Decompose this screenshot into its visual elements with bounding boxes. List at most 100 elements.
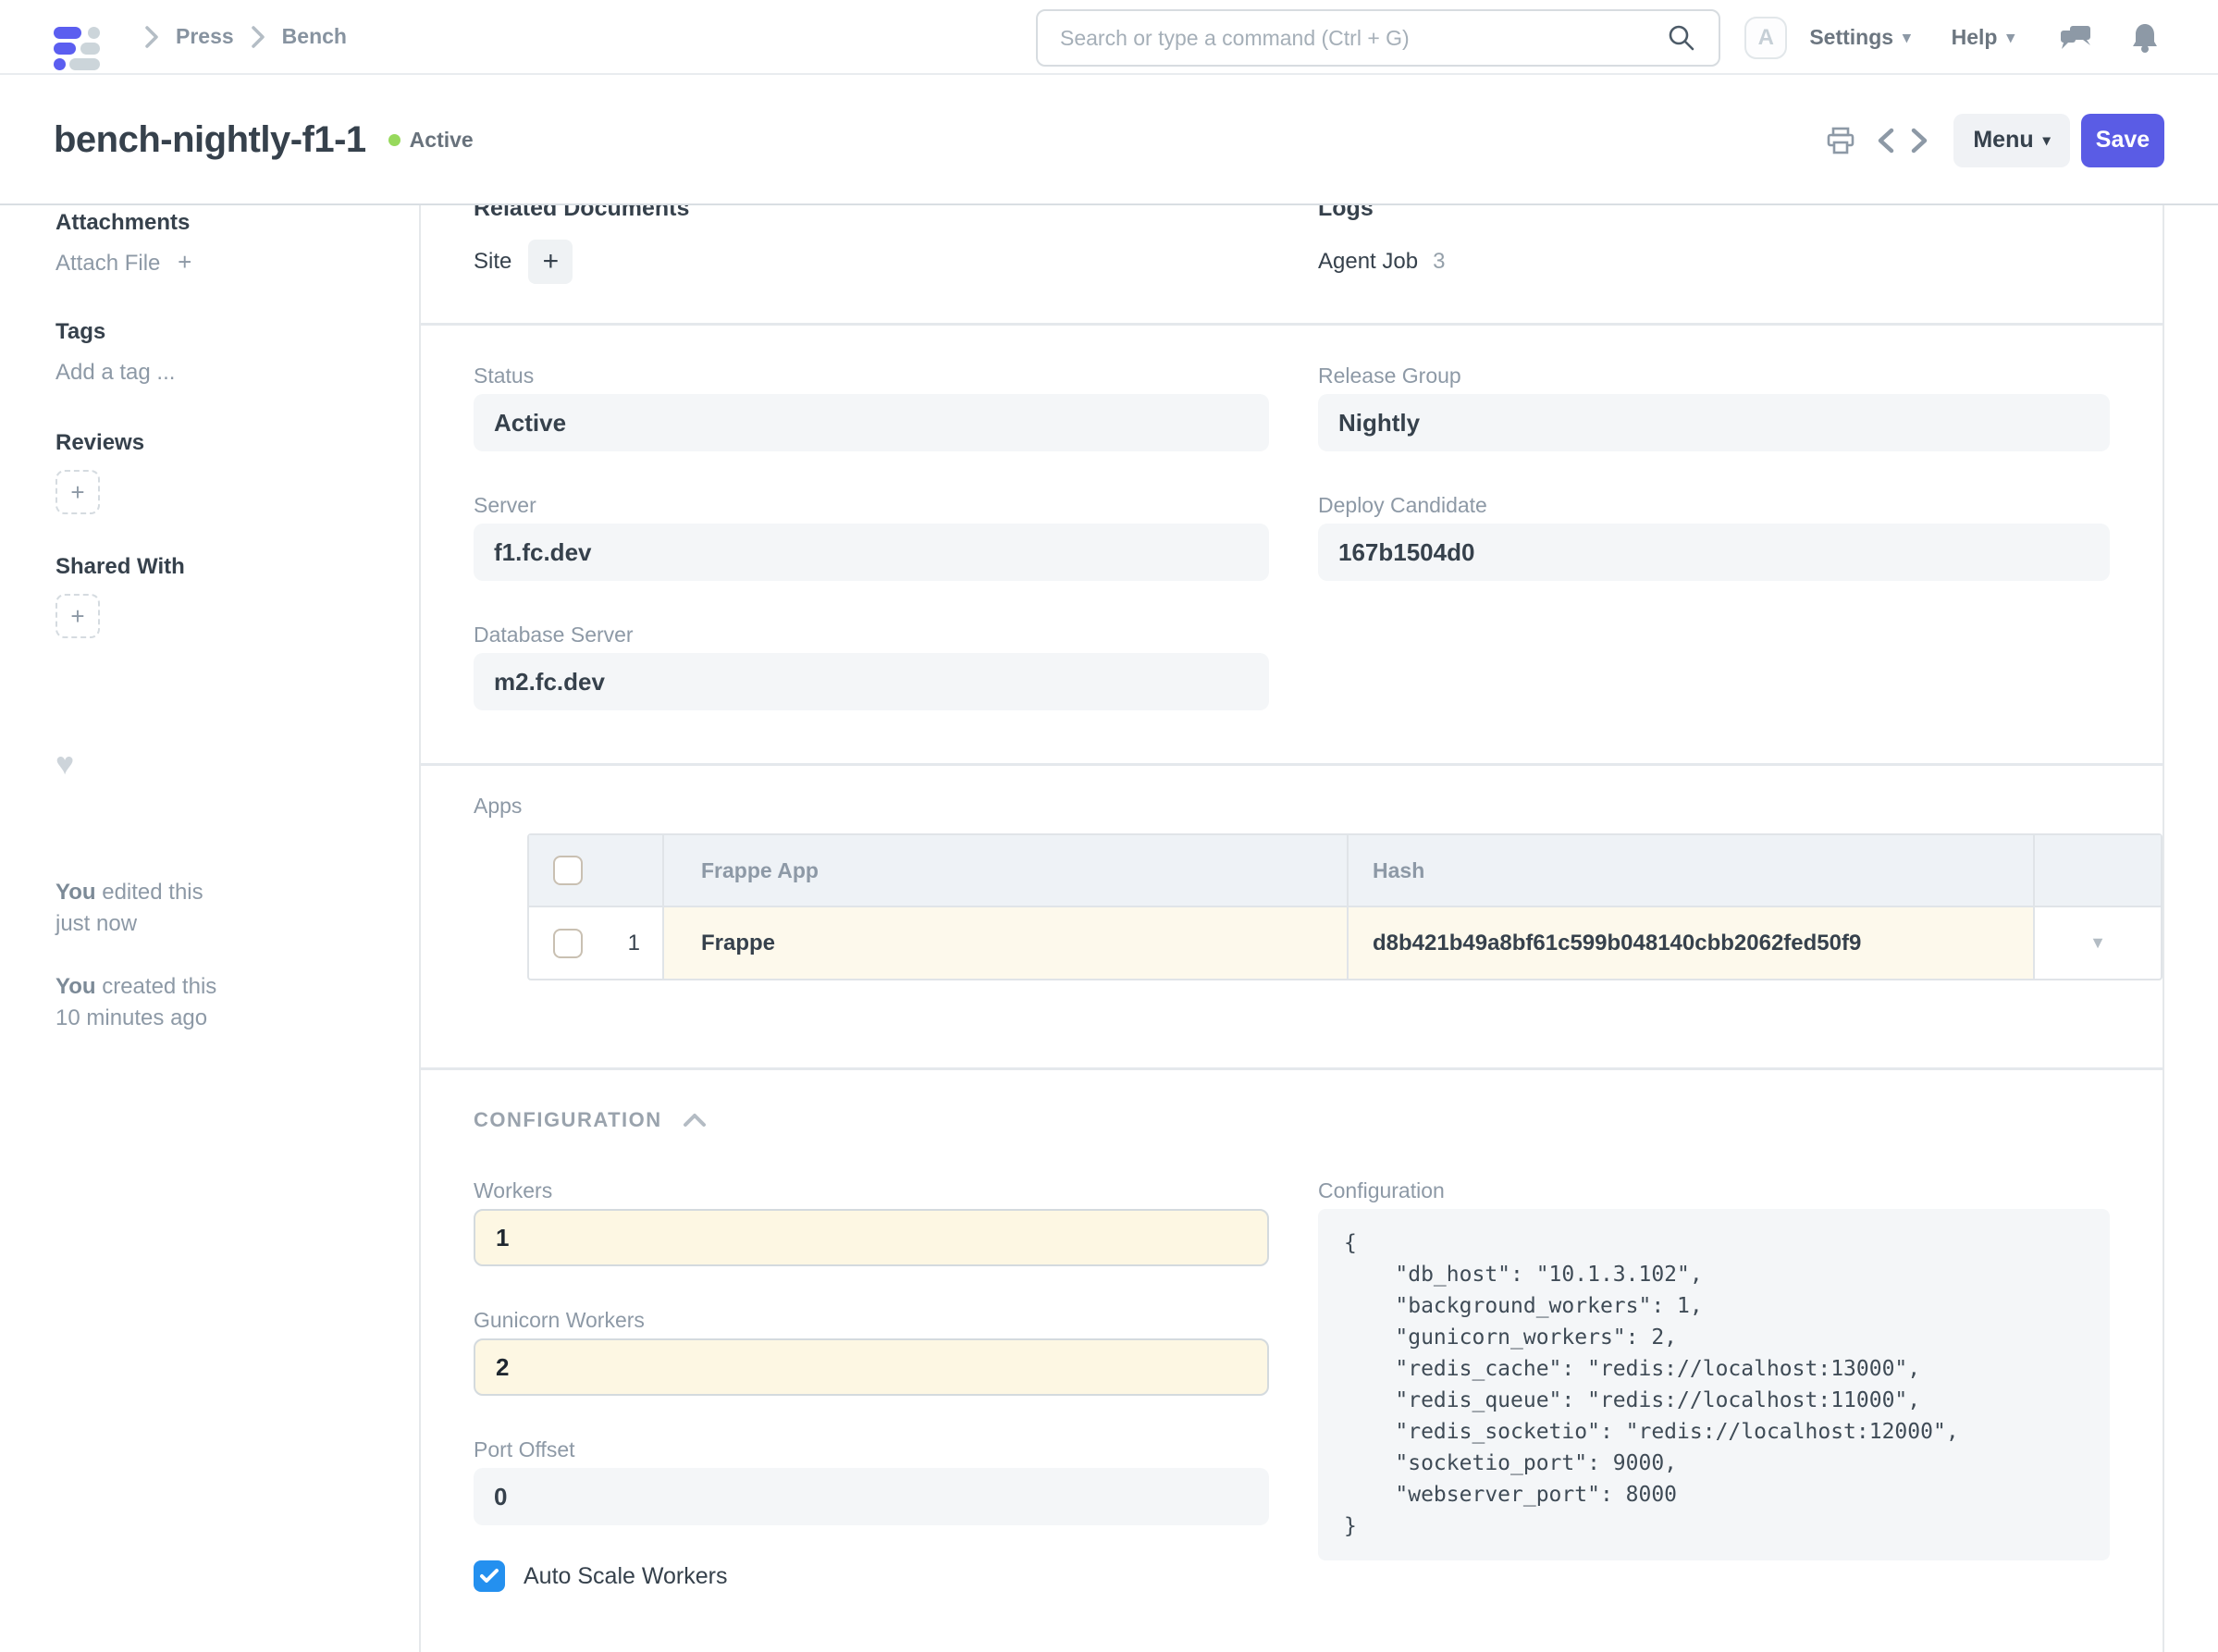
configuration-json-field: Configuration { "db_host": "10.1.3.102",… <box>1318 1177 2110 1560</box>
status-field: Status Active <box>474 363 1269 451</box>
hash-cell[interactable]: d8b421b49a8bf61c599b048140cbb2062fed50f9 <box>1373 931 1861 956</box>
plus-icon: + <box>70 478 84 507</box>
attach-file-label: Attach File <box>55 251 160 276</box>
prev-document-icon[interactable] <box>1876 127 1896 154</box>
release-group-value[interactable]: Nightly <box>1318 394 2110 451</box>
edited-actor: You <box>55 880 96 905</box>
gunicorn-workers-field: Gunicorn Workers 2 <box>474 1307 1269 1396</box>
agent-job-count: 3 <box>1433 249 1445 275</box>
select-all-checkbox[interactable] <box>553 856 583 885</box>
overview-section: Status Active Server f1.fc.dev Database … <box>421 326 2163 766</box>
site-link[interactable]: Site <box>474 249 511 275</box>
configuration-section-toggle[interactable]: CONFIGURATION <box>474 1107 2108 1133</box>
like-heart-icon[interactable]: ♥ <box>55 749 419 779</box>
plus-icon: + <box>70 602 84 631</box>
attachments-heading: Attachments <box>55 209 419 237</box>
menu-button[interactable]: Menu ▾ <box>1953 114 2070 167</box>
breadcrumb-bench[interactable]: Bench <box>282 24 347 49</box>
save-button-label: Save <box>2096 127 2150 154</box>
tags-heading: Tags <box>55 318 419 346</box>
next-document-icon[interactable] <box>1909 127 1929 154</box>
workers-input[interactable]: 1 <box>474 1209 1269 1266</box>
release-group-field: Release Group Nightly <box>1318 363 2110 451</box>
apps-section-label: Apps <box>474 794 2163 819</box>
chevron-down-icon: ▾ <box>1903 29 1911 47</box>
settings-label: Settings <box>1809 25 1893 50</box>
deploy-candidate-value[interactable]: 167b1504d0 <box>1318 524 2110 581</box>
menu-button-label: Menu <box>1973 127 2033 154</box>
save-button[interactable]: Save <box>2081 114 2164 167</box>
chevron-down-icon: ▾ <box>2006 29 2015 47</box>
search-input[interactable] <box>1060 26 1667 51</box>
page-head: bench-nightly-f1-1 Active Menu ▾ Save <box>0 77 2218 205</box>
chevron-right-icon <box>144 25 159 49</box>
edited-when: just now <box>55 911 137 936</box>
status-label: Status <box>474 363 1269 388</box>
server-value[interactable]: f1.fc.dev <box>474 524 1269 581</box>
form-body: Related Documents Site + Logs Agent Job … <box>421 205 2164 1652</box>
form-sidebar: Attachments Attach File + Tags Add a tag… <box>0 205 421 1652</box>
plus-icon: + <box>543 246 560 277</box>
workers-label: Workers <box>474 1177 1269 1203</box>
release-group-label: Release Group <box>1318 363 2110 388</box>
configuration-section-title: CONFIGURATION <box>474 1107 662 1133</box>
status-indicator-dot <box>388 134 400 146</box>
settings-menu[interactable]: Settings ▾ <box>1809 25 1910 50</box>
notifications-bell-icon[interactable] <box>2131 22 2159 54</box>
help-menu[interactable]: Help ▾ <box>1952 25 2015 50</box>
new-site-button[interactable]: + <box>528 240 573 284</box>
created-action: created this <box>96 974 217 999</box>
add-review-button[interactable]: + <box>55 470 100 514</box>
search-icon <box>1667 23 1696 53</box>
breadcrumb-press[interactable]: Press <box>176 24 234 49</box>
apps-section: Apps Frappe App Hash 1 Frappe d8b421b49a… <box>421 794 2163 1070</box>
related-documents-heading: Related Documents <box>474 205 1269 224</box>
server-label: Server <box>474 492 1269 518</box>
frappe-app-cell[interactable]: Frappe <box>701 931 775 956</box>
apps-grid: Frappe App Hash 1 Frappe d8b421b49a8bf61… <box>527 833 2163 980</box>
chevron-right-icon <box>251 25 265 49</box>
add-tag-button[interactable]: Add a tag ... <box>55 359 419 387</box>
auto-scale-workers-field: Auto Scale Workers <box>474 1560 1269 1592</box>
port-offset-value[interactable]: 0 <box>474 1468 1269 1525</box>
attach-file-button[interactable]: Attach File + <box>55 248 419 277</box>
deploy-candidate-field: Deploy Candidate 167b1504d0 <box>1318 492 2110 581</box>
database-server-value[interactable]: m2.fc.dev <box>474 653 1269 710</box>
auto-scale-workers-label: Auto Scale Workers <box>524 1563 727 1590</box>
logs-heading: Logs <box>1318 205 2110 224</box>
plus-icon: + <box>178 248 191 276</box>
server-field: Server f1.fc.dev <box>474 492 1269 581</box>
shared-with-heading: Shared With <box>55 553 419 581</box>
created-when: 10 minutes ago <box>55 1005 207 1030</box>
global-search[interactable] <box>1036 9 1720 67</box>
dropdown-triangle-icon: ▼ <box>2089 933 2106 953</box>
chat-icon[interactable] <box>2059 22 2092 54</box>
hash-column-header: Hash <box>1373 858 1424 883</box>
status-value[interactable]: Active <box>474 394 1269 451</box>
print-icon[interactable] <box>1826 126 1855 155</box>
configuration-json-value[interactable]: { "db_host": "10.1.3.102", "background_w… <box>1318 1209 2110 1560</box>
gunicorn-workers-input[interactable]: 2 <box>474 1338 1269 1396</box>
frappe-app-column-header: Frappe App <box>701 858 819 883</box>
help-label: Help <box>1952 25 1998 50</box>
add-share-button[interactable]: + <box>55 594 100 638</box>
configuration-json-label: Configuration <box>1318 1177 2110 1203</box>
avatar[interactable]: A <box>1744 17 1787 59</box>
app-logo-icon[interactable] <box>54 16 100 60</box>
table-row: 1 Frappe d8b421b49a8bf61c599b048140cbb20… <box>529 906 2161 979</box>
caret-down-icon: ▾ <box>2043 131 2051 150</box>
row-index: 1 <box>583 931 662 956</box>
agent-job-link[interactable]: Agent Job <box>1318 249 1418 275</box>
auto-scale-workers-checkbox[interactable] <box>474 1560 505 1592</box>
port-offset-field: Port Offset 0 <box>474 1436 1269 1525</box>
row-checkbox[interactable] <box>553 929 583 958</box>
chevron-up-icon <box>683 1113 707 1128</box>
status-indicator-label: Active <box>410 128 474 153</box>
row-expand-dropdown[interactable]: ▼ <box>2035 907 2161 979</box>
gunicorn-workers-label: Gunicorn Workers <box>474 1307 1269 1333</box>
page-title: bench-nightly-f1-1 <box>54 119 366 161</box>
workers-field: Workers 1 <box>474 1177 1269 1266</box>
configuration-section: CONFIGURATION Workers 1 Gunicorn Workers… <box>421 1107 2163 1652</box>
breadcrumb: Press Bench <box>128 24 347 49</box>
created-activity: You created this 10 minutes ago <box>55 971 361 1034</box>
